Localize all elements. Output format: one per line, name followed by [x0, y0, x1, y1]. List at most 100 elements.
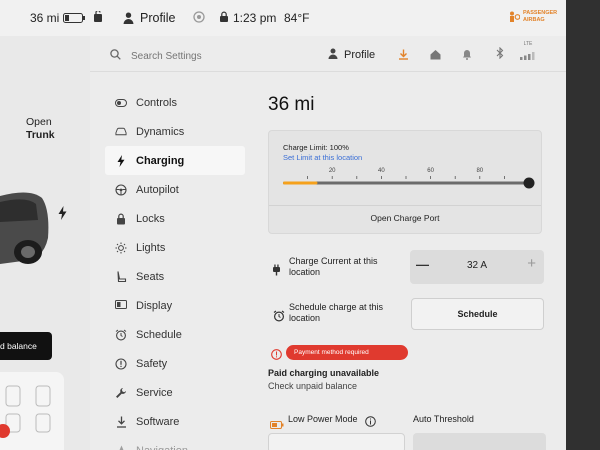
- charge-limit-handle[interactable]: [523, 177, 535, 189]
- charge-limit-card: Charge Limit: 100% Set Limit at this loc…: [268, 130, 542, 234]
- car-visualization-panel: Open Trunk d balance: [0, 36, 90, 450]
- nav-item-software[interactable]: Software: [105, 407, 245, 436]
- search-input[interactable]: [131, 50, 281, 62]
- nav-item-safety[interactable]: Safety: [105, 349, 245, 378]
- check-balance-link[interactable]: Check unpaid balance: [268, 381, 558, 391]
- lock-icon: [115, 213, 127, 225]
- clock-readout: 1:23 pm: [233, 11, 277, 25]
- status-range: 36 mi: [30, 11, 86, 25]
- open-charge-port-button[interactable]: Open Charge Port: [269, 206, 541, 233]
- screen-bezel: [566, 0, 600, 450]
- nav-item-label: Safety: [136, 357, 168, 370]
- lock-status-icon[interactable]: [219, 11, 229, 23]
- nav-item-display[interactable]: Display: [105, 291, 245, 320]
- unpaid-balance-toast[interactable]: d balance: [0, 332, 52, 360]
- bell-icon[interactable]: [462, 47, 472, 65]
- charging-panel: 36 mi Charge Limit: 100% Set Limit at th…: [268, 88, 558, 450]
- search-bar[interactable]: [110, 47, 281, 65]
- charge-current-row: Charge Current at this location — 32 A +: [268, 250, 558, 286]
- range-readout: 36 mi: [30, 11, 60, 25]
- nav-item-label: Navigation: [136, 445, 188, 450]
- software-update-icon[interactable]: [398, 47, 409, 65]
- charge-current-label: Charge Current at this location: [289, 256, 378, 277]
- homelink-icon[interactable]: [430, 47, 441, 65]
- toast-text: d balance: [0, 341, 37, 351]
- nav-item-charging[interactable]: Charging: [105, 146, 245, 175]
- airbag-icon: [509, 11, 520, 23]
- nav-item-schedule[interactable]: Schedule: [105, 320, 245, 349]
- slider-tick-label: 40: [378, 168, 385, 174]
- schedule-charge-row: Schedule charge at this location Schedul…: [268, 298, 558, 332]
- low-power-row: Low Power Mode Auto Threshold: [268, 413, 558, 450]
- phone-key-icon[interactable]: [93, 11, 103, 23]
- battery-icon: [63, 13, 86, 23]
- payment-required-badge[interactable]: Payment method required: [286, 345, 408, 360]
- trunk-label-line2: Trunk: [26, 129, 55, 141]
- car-image: [0, 176, 56, 281]
- alarm-clock-icon: [115, 329, 127, 341]
- lte-label: LTE: [523, 41, 533, 47]
- range-heading: 36 mi: [268, 94, 315, 115]
- tesla-screen: 36 mi Profile 1:23 pm 84°F PASSENGER AIR…: [0, 0, 568, 450]
- seat-icon: [115, 270, 127, 283]
- charge-limit-label: Charge Limit: 100%: [283, 143, 349, 152]
- charge-current-stepper[interactable]: — 32 A +: [410, 250, 544, 284]
- bluetooth-icon[interactable]: [496, 46, 504, 64]
- seat-map-card[interactable]: [0, 372, 64, 450]
- slider-tick-label: 60: [427, 168, 434, 174]
- nav-item-label: Autopilot: [136, 183, 179, 196]
- slider-tick-label: 80: [476, 168, 483, 174]
- nav-item-service[interactable]: Service: [105, 378, 245, 407]
- status-profile[interactable]: Profile: [123, 11, 175, 25]
- increase-current-button[interactable]: +: [527, 255, 536, 272]
- nav-item-label: Software: [136, 415, 180, 428]
- nav-item-controls[interactable]: Controls: [105, 88, 245, 117]
- nav-item-label: Controls: [136, 96, 177, 109]
- slider-track[interactable]: [283, 181, 529, 185]
- schedule-charge-label: Schedule charge at this location: [289, 302, 384, 323]
- nav-item-label: Display: [136, 299, 173, 312]
- cellular-signal-indicator: LTE: [518, 41, 538, 65]
- trunk-label-line1: Open: [26, 116, 52, 128]
- low-battery-icon: [270, 416, 284, 434]
- nav-item-navigation[interactable]: Navigation: [105, 436, 245, 450]
- set-limit-link[interactable]: Set Limit at this location: [283, 153, 362, 162]
- low-power-toggle[interactable]: [268, 433, 405, 450]
- airbag-label-line2: AIRBAG: [523, 16, 545, 23]
- plug-icon: [272, 263, 281, 281]
- toggle-icon: [115, 97, 127, 109]
- sentry-icon[interactable]: [193, 11, 205, 23]
- slider-tick-label: 20: [329, 168, 336, 174]
- auto-threshold-label: Auto Threshold: [413, 414, 474, 424]
- nav-item-label: Dynamics: [136, 125, 185, 138]
- nav-item-label: Schedule: [136, 328, 182, 341]
- nav-item-label: Lights: [136, 241, 166, 254]
- nav-item-dynamics[interactable]: Dynamics: [105, 117, 245, 146]
- nav-item-label: Service: [136, 386, 173, 399]
- status-profile-label: Profile: [140, 11, 176, 25]
- steering-wheel-icon: [115, 183, 127, 196]
- search-icon: [110, 47, 121, 65]
- nav-item-label: Seats: [136, 270, 165, 283]
- nav-item-locks[interactable]: Locks: [105, 204, 245, 233]
- temperature-readout: 84°F: [284, 11, 310, 25]
- download-icon: [115, 416, 127, 428]
- schedule-button[interactable]: Schedule: [411, 298, 544, 330]
- low-power-label: Low Power Mode: [288, 414, 358, 424]
- header-profile[interactable]: Profile: [328, 46, 375, 64]
- signal-bars-icon: [520, 52, 535, 60]
- info-icon[interactable]: [365, 414, 376, 432]
- current-value: 32 A: [466, 260, 488, 271]
- auto-threshold-selector[interactable]: [413, 433, 546, 450]
- nav-item-label: Charging: [136, 154, 185, 167]
- charge-limit-slider[interactable]: 20 40 60 80: [269, 163, 543, 203]
- wrench-icon: [115, 387, 127, 399]
- open-trunk-button[interactable]: Open Trunk: [26, 116, 55, 142]
- settings-header: Profile LTE: [90, 36, 568, 72]
- passenger-airbag-indicator: PASSENGER AIRBAG: [509, 10, 557, 23]
- person-icon: [328, 46, 338, 64]
- nav-item-autopilot[interactable]: Autopilot: [105, 175, 245, 204]
- nav-item-seats[interactable]: Seats: [105, 262, 245, 291]
- payment-alert-row: Payment method required: [268, 344, 558, 362]
- nav-item-lights[interactable]: Lights: [105, 233, 245, 262]
